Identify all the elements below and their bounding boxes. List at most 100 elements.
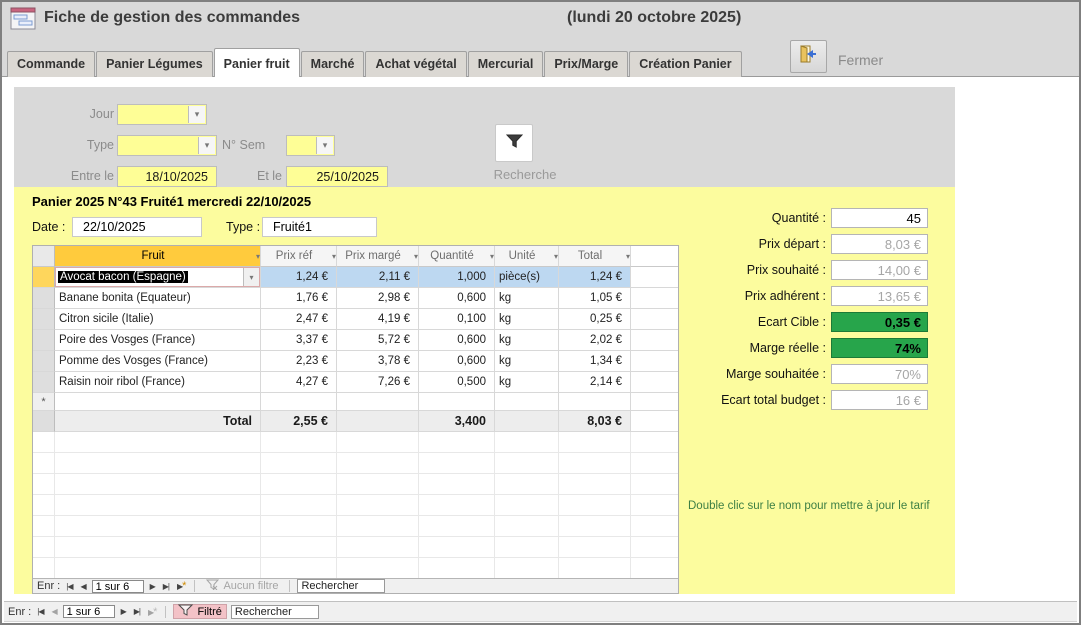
column-header-unit-[interactable]: Unité▾ <box>495 246 559 267</box>
fruit-combobox[interactable]: Avocat bacon (Espagne)▾ <box>55 267 260 287</box>
cell-fruit[interactable]: Citron sicile (Italie) <box>55 309 261 330</box>
column-header-total[interactable]: Total▾ <box>559 246 631 267</box>
cell-unit-[interactable]: kg <box>495 309 559 330</box>
cell-prix-marg-[interactable]: 7,26 € <box>337 372 419 393</box>
record-selector[interactable] <box>33 372 55 393</box>
chevron-down-icon[interactable]: ▾ <box>316 137 333 154</box>
cell-prix-r-f[interactable]: 3,37 € <box>261 330 337 351</box>
cell-prix-r-f[interactable]: 4,27 € <box>261 372 337 393</box>
tab-cr-ation-panier[interactable]: Création Panier <box>629 51 741 77</box>
tab-march-[interactable]: Marché <box>301 51 365 77</box>
sort-filter-arrow-icon[interactable]: ▾ <box>414 252 418 261</box>
jour-combobox[interactable]: ▾ <box>117 104 207 125</box>
cell-total[interactable]: 0,25 € <box>559 309 631 330</box>
date-debut-field[interactable]: 18/10/2025 <box>117 166 217 187</box>
sort-filter-arrow-icon[interactable]: ▾ <box>626 252 630 261</box>
record-position[interactable]: 1 sur 6 <box>63 605 115 618</box>
chevron-down-icon[interactable]: ▾ <box>243 268 259 286</box>
cell-total[interactable]: 2,02 € <box>559 330 631 351</box>
column-header-prix-marg-[interactable]: Prix margé▾ <box>337 246 419 267</box>
cell-total[interactable]: 1,05 € <box>559 288 631 309</box>
cell-unit-[interactable]: kg <box>495 372 559 393</box>
cell-prix-marg-[interactable]: 3,78 € <box>337 351 419 372</box>
cell-quantit-[interactable]: 0,600 <box>419 288 495 309</box>
empty-cell[interactable] <box>337 393 419 411</box>
field-quantité[interactable]: 45 <box>831 208 928 228</box>
new-record-button[interactable]: ▶* <box>175 580 187 592</box>
cell-quantit-[interactable]: 0,600 <box>419 351 495 372</box>
column-header-fruit[interactable]: Fruit▾ <box>55 246 261 267</box>
empty-cell[interactable] <box>419 393 495 411</box>
cell-fruit[interactable]: Raisin noir ribol (France) <box>55 372 261 393</box>
record-selector[interactable] <box>33 267 55 288</box>
record-search-input[interactable]: Rechercher <box>297 579 385 593</box>
cell-prix-r-f[interactable]: 1,76 € <box>261 288 337 309</box>
first-record-button[interactable]: |◀ <box>35 607 45 616</box>
cell-prix-r-f[interactable]: 2,23 € <box>261 351 337 372</box>
tab-mercurial[interactable]: Mercurial <box>468 51 544 77</box>
cell-quantit-[interactable]: 0,500 <box>419 372 495 393</box>
new-record-marker[interactable]: * <box>33 393 55 411</box>
empty-cell[interactable] <box>495 393 559 411</box>
fruit-combobox-cell[interactable]: Avocat bacon (Espagne)▾ <box>55 267 261 288</box>
cell-quantit-[interactable]: 1,000 <box>419 267 495 288</box>
tab-prix-marge[interactable]: Prix/Marge <box>544 51 628 77</box>
column-header-quantit-[interactable]: Quantité▾ <box>419 246 495 267</box>
semaine-combobox[interactable]: ▾ <box>286 135 335 156</box>
cell-quantit-[interactable]: 0,100 <box>419 309 495 330</box>
recherche-button[interactable] <box>495 124 533 162</box>
previous-record-button[interactable]: ◀ <box>49 607 58 616</box>
record-selector[interactable] <box>33 309 55 330</box>
cell-prix-r-f[interactable]: 1,24 € <box>261 267 337 288</box>
record-selector[interactable] <box>33 330 55 351</box>
last-record-button[interactable]: ▶| <box>132 607 142 616</box>
next-record-button[interactable]: ▶ <box>148 582 157 591</box>
empty-cell[interactable] <box>261 393 337 411</box>
last-record-button[interactable]: ▶| <box>161 582 171 591</box>
next-record-button[interactable]: ▶ <box>119 607 128 616</box>
close-button[interactable] <box>790 40 827 73</box>
sort-filter-arrow-icon[interactable]: ▾ <box>256 252 260 261</box>
cell-prix-marg-[interactable]: 2,11 € <box>337 267 419 288</box>
new-record-button[interactable]: ▶* <box>146 606 158 618</box>
sort-filter-arrow-icon[interactable]: ▾ <box>554 252 558 261</box>
type-combobox[interactable]: ▾ <box>117 135 217 156</box>
cell-fruit[interactable]: Pomme des Vosges (France) <box>55 351 261 372</box>
record-selector[interactable] <box>33 288 55 309</box>
cell-prix-marg-[interactable]: 4,19 € <box>337 309 419 330</box>
cell-fruit[interactable]: Poire des Vosges (France) <box>55 330 261 351</box>
cell-prix-r-f[interactable]: 2,47 € <box>261 309 337 330</box>
tab-panier-l-gumes[interactable]: Panier Légumes <box>96 51 213 77</box>
sort-filter-arrow-icon[interactable]: ▾ <box>490 252 494 261</box>
cell-prix-marg-[interactable]: 5,72 € <box>337 330 419 351</box>
cell-fruit[interactable]: Banane bonita (Equateur) <box>55 288 261 309</box>
tab-commande[interactable]: Commande <box>7 51 95 77</box>
date-fin-field[interactable]: 25/10/2025 <box>286 166 388 187</box>
cell-unit-[interactable]: kg <box>495 351 559 372</box>
cell-total[interactable]: 2,14 € <box>559 372 631 393</box>
cell-total[interactable]: 1,24 € <box>559 267 631 288</box>
first-record-button[interactable]: |◀ <box>64 582 74 591</box>
cell-quantit-[interactable]: 0,600 <box>419 330 495 351</box>
select-all-corner[interactable] <box>33 246 55 267</box>
column-header-prix-r-f[interactable]: Prix réf▾ <box>261 246 337 267</box>
cell-total[interactable]: 1,34 € <box>559 351 631 372</box>
type-field[interactable]: Fruité1 <box>262 217 377 237</box>
record-position[interactable]: 1 sur 6 <box>92 580 144 593</box>
record-selector[interactable] <box>33 351 55 372</box>
empty-cell[interactable] <box>559 393 631 411</box>
no-filter-indicator[interactable]: Aucun filtre <box>202 579 282 593</box>
close-button-label[interactable]: Fermer <box>838 52 883 68</box>
previous-record-button[interactable]: ◀ <box>78 582 87 591</box>
cell-prix-marg-[interactable]: 2,98 € <box>337 288 419 309</box>
empty-cell[interactable] <box>55 393 261 411</box>
filtered-indicator[interactable]: Filtré <box>173 604 226 619</box>
tab-achat-v-g-tal[interactable]: Achat végétal <box>365 51 466 77</box>
chevron-down-icon[interactable]: ▾ <box>198 137 215 154</box>
date-field[interactable]: 22/10/2025 <box>72 217 202 237</box>
chevron-down-icon[interactable]: ▾ <box>188 106 205 123</box>
tab-panier-fruit[interactable]: Panier fruit <box>214 48 300 77</box>
cell-unit-[interactable]: pièce(s) <box>495 267 559 288</box>
record-search-input[interactable]: Rechercher <box>231 605 319 619</box>
sort-filter-arrow-icon[interactable]: ▾ <box>332 252 336 261</box>
